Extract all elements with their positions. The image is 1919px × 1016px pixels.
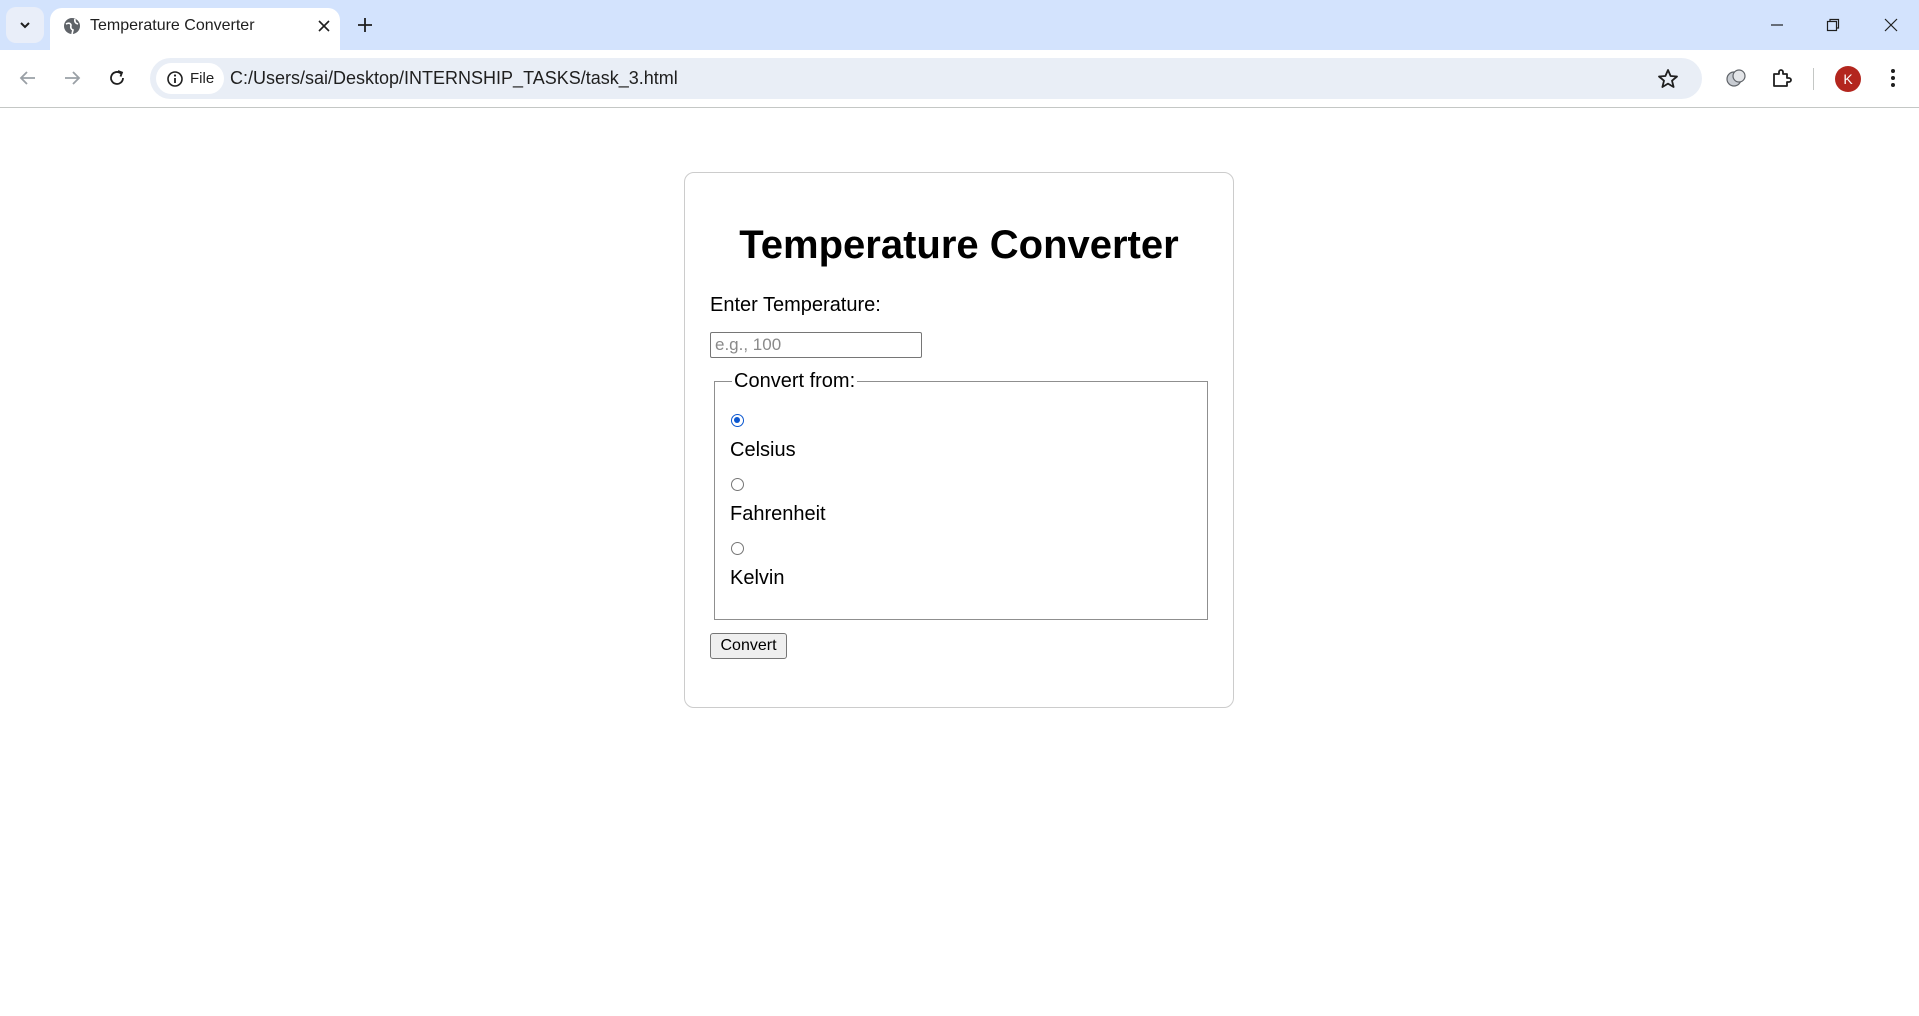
- radio-celsius[interactable]: [731, 414, 744, 427]
- minimize-button[interactable]: [1757, 10, 1797, 40]
- tab-strip: Temperature Converter: [0, 0, 1919, 50]
- restore-button[interactable]: [1813, 10, 1853, 40]
- label-fahrenheit: Fahrenheit: [730, 503, 826, 525]
- extension-button[interactable]: [1722, 64, 1750, 92]
- toolbar-divider: [1813, 68, 1814, 90]
- radio-kelvin[interactable]: [731, 542, 744, 555]
- temperature-label: Enter Temperature:: [710, 294, 881, 316]
- close-window-button[interactable]: [1871, 10, 1911, 40]
- convert-button[interactable]: Convert: [710, 633, 787, 659]
- puzzle-icon: [1773, 69, 1792, 87]
- browser-toolbar: File C:/Users/sai/Desktop/INTERNSHIP_TAS…: [0, 50, 1919, 108]
- fieldset-legend: Convert from:: [732, 370, 858, 393]
- temperature-input[interactable]: [710, 332, 922, 358]
- convert-from-fieldset: Convert from: Celsius Fahrenheit Kelvin: [714, 370, 1208, 620]
- forward-button[interactable]: [54, 60, 90, 96]
- browser-menu-button[interactable]: [1879, 64, 1907, 92]
- info-icon: [167, 70, 183, 87]
- label-kelvin: Kelvin: [730, 567, 785, 589]
- more-vertical-icon: [1891, 69, 1895, 87]
- chevron-down-icon: [20, 22, 30, 29]
- scheme-label: File: [190, 70, 215, 87]
- address-bar[interactable]: File C:/Users/sai/Desktop/INTERNSHIP_TAS…: [150, 58, 1702, 99]
- url-text[interactable]: C:/Users/sai/Desktop/INTERNSHIP_TASKS/ta…: [230, 68, 678, 89]
- new-tab-button[interactable]: [352, 12, 378, 38]
- radio-fahrenheit[interactable]: [731, 478, 744, 491]
- plus-icon: [358, 18, 372, 32]
- globe-icon: [64, 18, 80, 35]
- restore-icon: [1826, 18, 1840, 32]
- page-title: Temperature Converter: [739, 223, 1179, 267]
- tab-title: Temperature Converter: [90, 17, 255, 34]
- arrow-right-icon: [65, 71, 81, 85]
- profile-avatar[interactable]: K: [1835, 66, 1861, 92]
- extensions-menu-button[interactable]: [1768, 64, 1796, 92]
- label-celsius: Celsius: [730, 439, 796, 461]
- converter-card: Temperature Converter Enter Temperature:…: [684, 172, 1234, 708]
- reload-icon: [110, 70, 124, 85]
- tab-search-button[interactable]: [6, 7, 44, 43]
- minimize-icon: [1771, 24, 1783, 26]
- arrow-left-icon: [19, 71, 35, 85]
- back-button[interactable]: [10, 60, 46, 96]
- reload-button[interactable]: [99, 60, 135, 96]
- tab-active[interactable]: Temperature Converter: [50, 8, 340, 50]
- star-icon[interactable]: [1656, 67, 1680, 91]
- site-info-chip[interactable]: File: [156, 63, 224, 94]
- extension-blob-icon: [1726, 69, 1746, 87]
- close-tab-icon[interactable]: [312, 14, 336, 38]
- close-icon: [1884, 18, 1898, 32]
